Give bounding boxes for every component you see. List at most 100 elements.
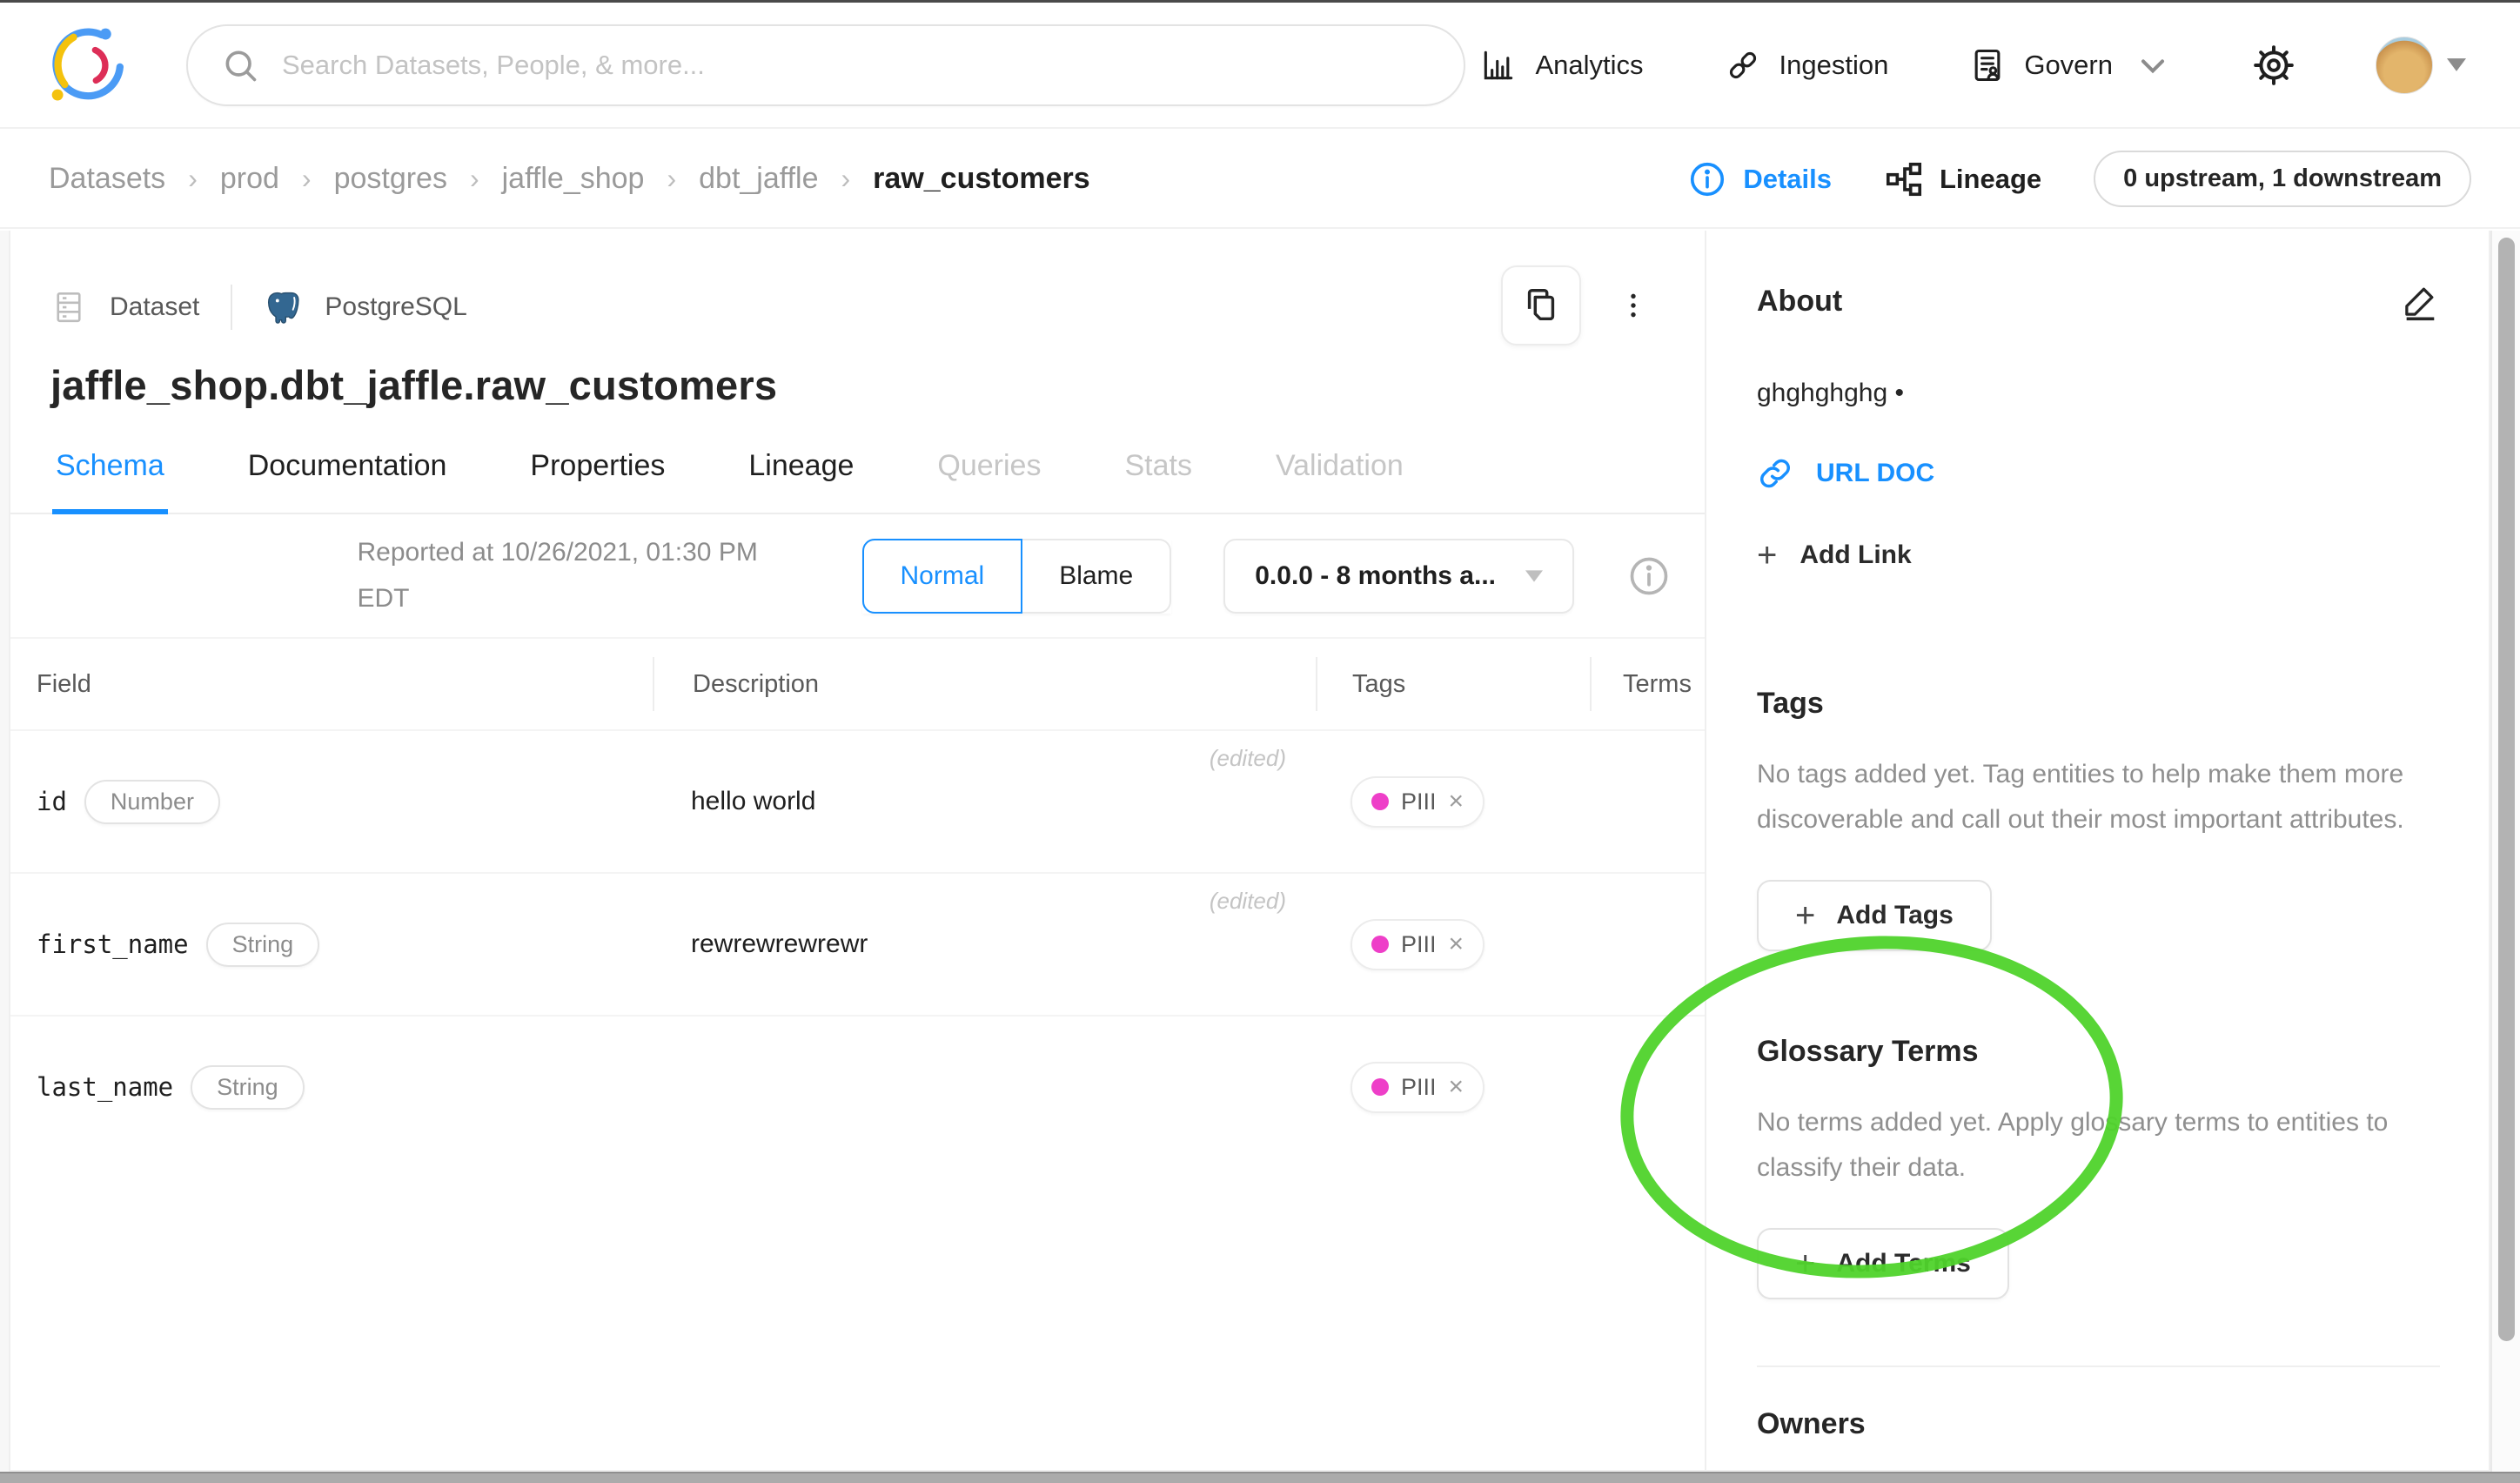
description-cell[interactable] bbox=[653, 1017, 1316, 1158]
schema-view-toggle: Normal Blame bbox=[862, 539, 1172, 614]
nav-right: Analytics Ingestion Govern bbox=[1479, 37, 2466, 94]
lineage-count-badge[interactable]: 0 upstream, 1 downstream bbox=[2094, 151, 2471, 207]
column-header-field: Field bbox=[10, 657, 653, 711]
info-circle-icon bbox=[1687, 159, 1727, 199]
remove-tag-icon[interactable]: × bbox=[1449, 1074, 1464, 1100]
search-icon bbox=[221, 46, 259, 84]
tab-schema[interactable]: Schema bbox=[52, 449, 168, 514]
description-text: rewrewrewrewr bbox=[691, 929, 868, 959]
field-type-pill: String bbox=[206, 923, 320, 967]
tag-pill[interactable]: PIII × bbox=[1350, 1062, 1485, 1113]
datahub-logo[interactable] bbox=[49, 25, 129, 105]
nav-govern[interactable]: Govern bbox=[1968, 46, 2172, 84]
nav-analytics-label: Analytics bbox=[1535, 50, 1643, 81]
main-panel: Dataset PostgreSQL jaffle_shop.dbt_jaffl… bbox=[10, 231, 1705, 1470]
tags-empty-text: No tags added yet. Tag entities to help … bbox=[1757, 752, 2440, 842]
tag-label: PIII bbox=[1401, 1074, 1437, 1101]
tag-color-dot bbox=[1371, 1078, 1389, 1096]
tag-label: PIII bbox=[1401, 788, 1437, 815]
terms-cell[interactable] bbox=[1590, 731, 1705, 872]
dataset-icon bbox=[50, 289, 87, 325]
version-selected-value: 0.0.0 - 8 months a... bbox=[1255, 561, 1496, 591]
nav-ingestion-label: Ingestion bbox=[1779, 50, 1889, 81]
tab-queries: Queries bbox=[934, 449, 1044, 513]
tags-heading: Tags bbox=[1757, 687, 2440, 721]
tab-documentation[interactable]: Documentation bbox=[245, 449, 451, 513]
lineage-view-label: Lineage bbox=[1940, 164, 2041, 195]
nav-analytics[interactable]: Analytics bbox=[1479, 46, 1643, 84]
breadcrumb-postgres[interactable]: postgres bbox=[334, 162, 447, 196]
column-header-terms: Terms bbox=[1590, 657, 1705, 711]
description-cell[interactable]: (edited) rewrewrewrewr bbox=[653, 874, 1316, 1015]
kebab-menu-icon bbox=[1619, 283, 1648, 328]
settings-gear-icon[interactable] bbox=[2252, 44, 2295, 87]
postgresql-logo bbox=[264, 288, 302, 326]
breadcrumb-separator: › bbox=[188, 163, 198, 195]
plus-icon: + bbox=[1795, 1250, 1815, 1278]
breadcrumb-dbt-jaffle[interactable]: dbt_jaffle bbox=[699, 162, 818, 196]
blame-toggle-button[interactable]: Blame bbox=[1022, 539, 1171, 614]
owners-heading: Owners bbox=[1757, 1407, 2440, 1441]
top-nav: Analytics Ingestion Govern bbox=[0, 3, 2520, 129]
details-view-label: Details bbox=[1743, 164, 1832, 195]
description-text: hello world bbox=[691, 787, 815, 816]
lineage-graph-icon bbox=[1884, 159, 1924, 199]
edit-pencil-icon[interactable] bbox=[2400, 281, 2440, 321]
caret-down-icon bbox=[2447, 58, 2466, 71]
version-dropdown[interactable]: 0.0.0 - 8 months a... bbox=[1223, 539, 1574, 614]
terms-cell[interactable] bbox=[1590, 874, 1705, 1015]
tag-color-dot bbox=[1371, 936, 1389, 953]
breadcrumb-separator: › bbox=[841, 163, 851, 195]
about-section-header: About bbox=[1757, 281, 2440, 321]
details-view-button[interactable]: Details bbox=[1687, 159, 1832, 199]
scrollbar-thumb[interactable] bbox=[2498, 238, 2515, 1341]
copy-urn-button[interactable] bbox=[1501, 265, 1581, 346]
reported-at-text: Reported at 10/26/2021, 01:30 PM EDT bbox=[358, 530, 810, 621]
breadcrumb-prod[interactable]: prod bbox=[220, 162, 279, 196]
add-link-button[interactable]: + Add Link bbox=[1757, 540, 2440, 570]
tab-lineage[interactable]: Lineage bbox=[745, 449, 857, 513]
avatar[interactable] bbox=[2376, 37, 2433, 94]
breadcrumb-jaffle-shop[interactable]: jaffle_shop bbox=[502, 162, 645, 196]
url-doc-link[interactable]: URL DOC bbox=[1757, 455, 2440, 492]
column-header-tags: Tags bbox=[1316, 657, 1590, 711]
window-top-edge bbox=[0, 0, 2520, 3]
lineage-view-button[interactable]: Lineage bbox=[1884, 159, 2041, 199]
search-input[interactable] bbox=[282, 50, 1431, 81]
table-row: id Number (edited) hello world PIII × bbox=[10, 729, 1705, 872]
breadcrumb-datasets[interactable]: Datasets bbox=[49, 162, 165, 196]
add-terms-button[interactable]: + Add Terms bbox=[1757, 1228, 2009, 1299]
schema-info-icon[interactable] bbox=[1626, 554, 1672, 599]
copy-icon bbox=[1521, 285, 1561, 325]
table-row: last_name String PIII × bbox=[10, 1015, 1705, 1158]
search-bar[interactable] bbox=[186, 24, 1465, 106]
user-menu[interactable] bbox=[2376, 37, 2466, 94]
remove-tag-icon[interactable]: × bbox=[1449, 788, 1464, 815]
platform-label: PostgreSQL bbox=[325, 292, 466, 322]
add-tags-button[interactable]: + Add Tags bbox=[1757, 880, 1992, 951]
more-options-menu[interactable] bbox=[1616, 281, 1651, 330]
tab-validation: Validation bbox=[1272, 449, 1407, 513]
vertical-scrollbar bbox=[2490, 231, 2520, 1472]
tab-properties[interactable]: Properties bbox=[526, 449, 668, 513]
bar-chart-icon bbox=[1479, 46, 1518, 84]
entity-header-actions bbox=[1501, 265, 1651, 346]
breadcrumb: Datasets › prod › postgres › jaffle_shop… bbox=[49, 162, 1090, 196]
entity-type-label: Dataset bbox=[110, 292, 199, 322]
remove-tag-icon[interactable]: × bbox=[1449, 931, 1464, 957]
window-bottom-edge bbox=[0, 1472, 2520, 1483]
terms-cell[interactable] bbox=[1590, 1017, 1705, 1158]
tag-pill[interactable]: PIII × bbox=[1350, 776, 1485, 828]
breadcrumb-separator: › bbox=[302, 163, 312, 195]
about-heading: About bbox=[1757, 285, 1842, 319]
entity-type-row: Dataset PostgreSQL bbox=[50, 285, 1663, 330]
tag-color-dot bbox=[1371, 793, 1389, 810]
nav-ingestion[interactable]: Ingestion bbox=[1724, 46, 1889, 84]
column-header-description: Description bbox=[653, 657, 1316, 711]
about-description[interactable]: ghghghghg • bbox=[1757, 379, 2440, 408]
schema-table-header: Field Description Tags Terms bbox=[10, 639, 1705, 729]
tags-cell: PIII × bbox=[1316, 874, 1590, 1015]
description-cell[interactable]: (edited) hello world bbox=[653, 731, 1316, 872]
normal-toggle-button[interactable]: Normal bbox=[862, 539, 1023, 614]
tag-pill[interactable]: PIII × bbox=[1350, 919, 1485, 970]
